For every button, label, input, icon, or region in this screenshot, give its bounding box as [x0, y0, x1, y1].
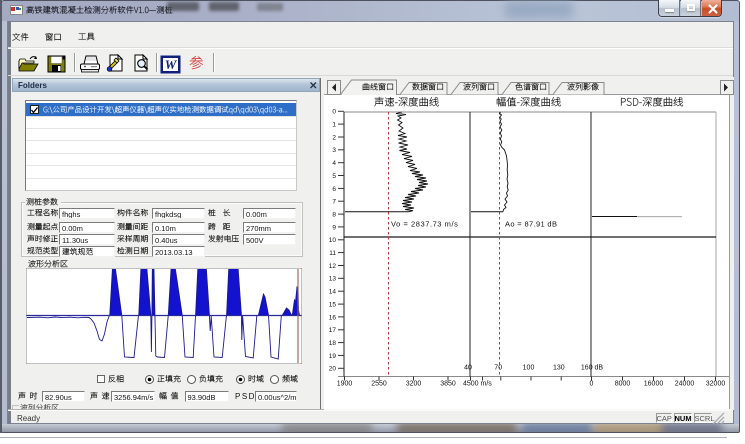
svg-text:20: 20 [329, 366, 337, 373]
svg-text:0: 0 [590, 381, 594, 388]
svg-text:18: 18 [329, 340, 337, 347]
svg-text:7: 7 [332, 199, 336, 206]
svg-text:24000: 24000 [675, 381, 695, 388]
svg-text:15: 15 [329, 302, 337, 309]
svg-text:3: 3 [332, 147, 336, 154]
svg-text:70: 70 [494, 365, 502, 372]
svg-text:8000: 8000 [615, 381, 631, 388]
svg-text:19: 19 [329, 353, 337, 360]
svg-text:1: 1 [332, 122, 336, 129]
svg-text:16000: 16000 [644, 381, 664, 388]
svg-text:40: 40 [464, 365, 472, 372]
svg-text:1900: 1900 [337, 381, 353, 388]
svg-text:14: 14 [329, 289, 337, 296]
svg-text:11: 11 [329, 250, 336, 257]
svg-text:9: 9 [332, 224, 336, 231]
svg-text:Vo = 2837.73 m/s: Vo = 2837.73 m/s [391, 220, 458, 229]
svg-text:17: 17 [329, 327, 337, 334]
svg-text:10: 10 [329, 237, 337, 244]
svg-text:5: 5 [332, 173, 336, 180]
svg-text:12: 12 [329, 263, 337, 270]
svg-text:4: 4 [332, 160, 336, 167]
svg-text:0: 0 [332, 109, 336, 116]
svg-text:2: 2 [332, 134, 336, 141]
svg-text:16: 16 [329, 314, 337, 321]
svg-text:13: 13 [329, 276, 337, 283]
svg-text:2550: 2550 [371, 381, 387, 388]
svg-text:32000: 32000 [706, 381, 726, 388]
svg-text:3200: 3200 [406, 381, 422, 388]
svg-text:Ao = 87.91 dB: Ao = 87.91 dB [505, 220, 557, 229]
svg-text:130: 130 [553, 365, 565, 372]
svg-text:4500 m/s: 4500 m/s [463, 381, 492, 388]
svg-text:100: 100 [523, 365, 535, 372]
svg-text:8: 8 [332, 212, 336, 219]
svg-text:6: 6 [332, 186, 336, 193]
svg-text:160 dB: 160 dB [581, 365, 604, 372]
svg-text:3850: 3850 [440, 381, 456, 388]
svg-text:W: W [165, 57, 178, 72]
